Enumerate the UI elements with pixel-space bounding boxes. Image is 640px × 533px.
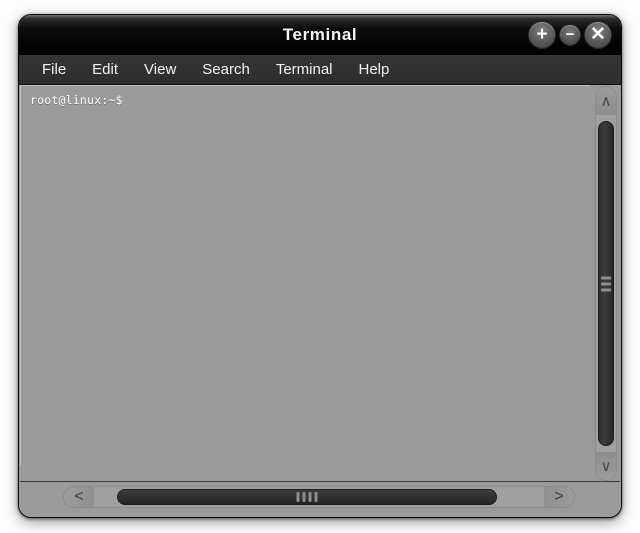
terminal-body: root@linux:~$ ∧ ∨ < > (19, 85, 621, 517)
menubar: File Edit View Search Terminal Help (19, 55, 621, 85)
minimize-button[interactable]: − (559, 24, 581, 46)
terminal-text-area[interactable]: root@linux:~$ (20, 85, 590, 466)
scroll-right-arrow-icon[interactable]: > (544, 487, 574, 507)
menu-item-search[interactable]: Search (189, 59, 263, 81)
menu-item-help[interactable]: Help (346, 59, 403, 81)
window-titlebar[interactable]: Terminal + − ✕ (19, 15, 621, 55)
menu-item-view[interactable]: View (131, 59, 189, 81)
horizontal-scrollbar-thumb[interactable] (117, 489, 497, 505)
menu-item-edit[interactable]: Edit (79, 59, 131, 81)
menu-item-terminal[interactable]: Terminal (263, 59, 346, 81)
vertical-scrollbar[interactable]: ∧ ∨ (595, 86, 617, 481)
vertical-scrollbar-thumb[interactable] (598, 121, 614, 446)
scroll-left-arrow-icon[interactable]: < (64, 487, 94, 507)
desktop-background: Terminal + − ✕ File Edit View Search Ter… (0, 0, 640, 533)
close-button[interactable]: ✕ (584, 21, 612, 49)
horizontal-scrollbar[interactable]: < > (63, 486, 575, 508)
maximize-button[interactable]: + (528, 21, 556, 49)
scroll-up-arrow-icon[interactable]: ∧ (596, 87, 616, 115)
horizontal-thumb-grip-icon (296, 492, 318, 502)
scroll-down-arrow-icon[interactable]: ∨ (596, 452, 616, 480)
close-icon: ✕ (590, 23, 606, 45)
terminal-prompt-line: root@linux:~$ (30, 93, 123, 107)
terminal-window: Terminal + − ✕ File Edit View Search Ter… (18, 14, 622, 518)
window-controls: + − ✕ (528, 21, 612, 49)
body-divider (20, 481, 620, 482)
plus-icon: + (536, 23, 548, 45)
vertical-thumb-grip-icon (601, 276, 611, 291)
menu-item-file[interactable]: File (29, 59, 79, 81)
minus-icon: − (565, 25, 575, 43)
